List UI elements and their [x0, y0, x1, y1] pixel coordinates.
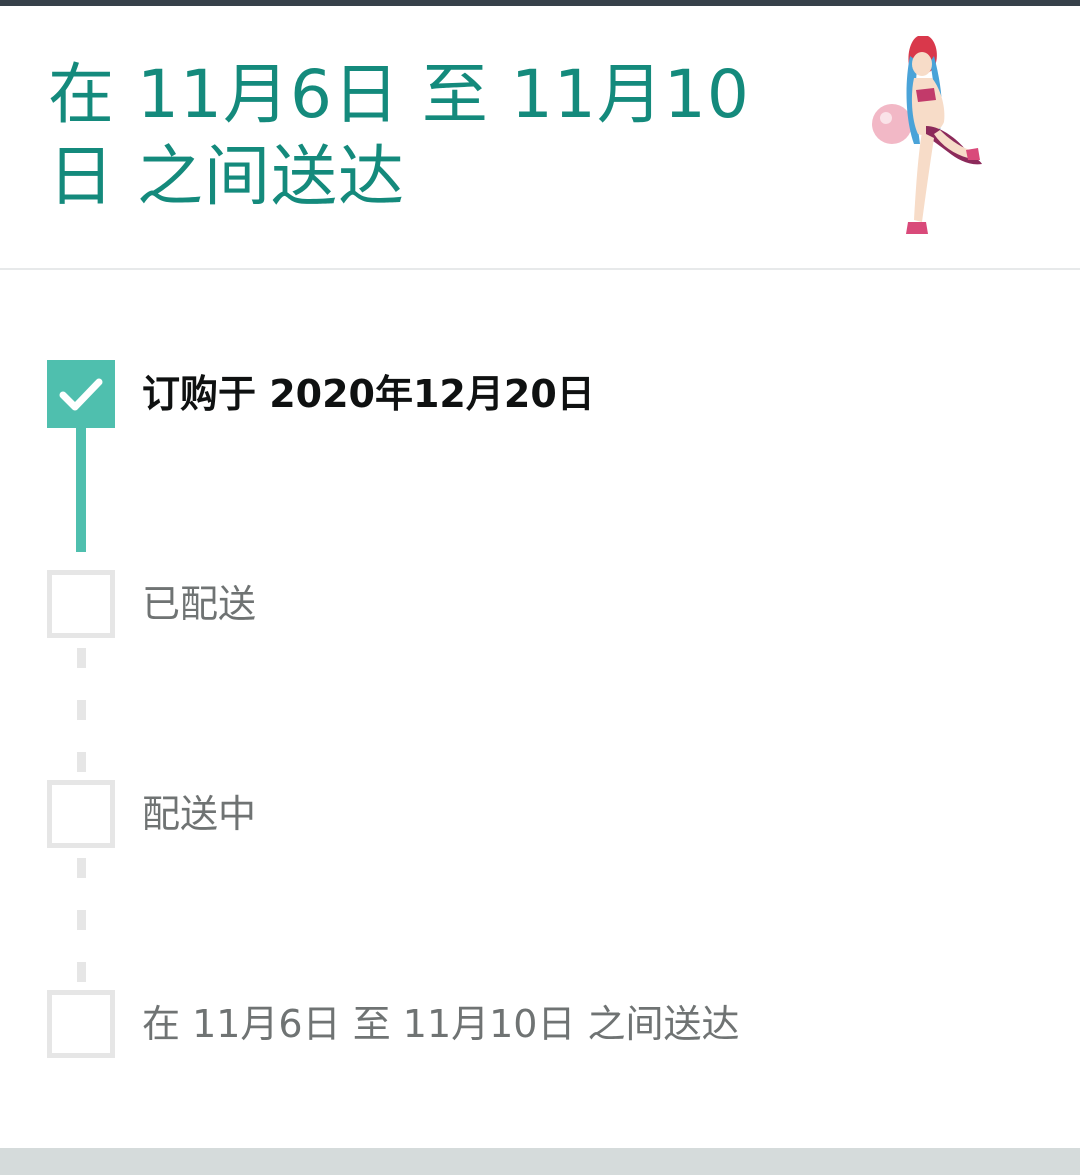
- bottom-separator-band: [0, 1148, 1080, 1175]
- progress-connector-dash: [77, 962, 86, 982]
- check-icon: [59, 378, 103, 411]
- step-in-transit-checkbox: [47, 780, 115, 848]
- progress-connector-dash: [77, 752, 86, 772]
- step-ordered-label: 订购于 2020年12月20日: [142, 372, 595, 416]
- step-delivered-checkbox: [47, 990, 115, 1058]
- progress-connector-dash: [77, 858, 86, 878]
- step-shipped-checkbox: [47, 570, 115, 638]
- order-progress-timeline: 订购于 2020年12月20日 已配送 配送中 在 11月6日 至 11月10日…: [0, 270, 1080, 1150]
- step-delivered-label: 在 11月6日 至 11月10日 之间送达: [142, 1002, 740, 1046]
- step-in-transit-label: 配送中: [142, 792, 257, 836]
- progress-connector-dash: [77, 700, 86, 720]
- product-image[interactable]: [870, 26, 990, 246]
- progress-connector-dash: [77, 648, 86, 668]
- step-shipped-label: 已配送: [142, 582, 257, 626]
- step-ordered-checkbox: [47, 360, 115, 428]
- delivery-estimate-title: 在 11月6日 至 11月10日 之间送达: [48, 56, 750, 215]
- progress-connector-dash: [77, 910, 86, 930]
- progress-connector-complete: [76, 428, 86, 552]
- delivery-header: 在 11月6日 至 11月10日 之间送达: [0, 6, 1080, 268]
